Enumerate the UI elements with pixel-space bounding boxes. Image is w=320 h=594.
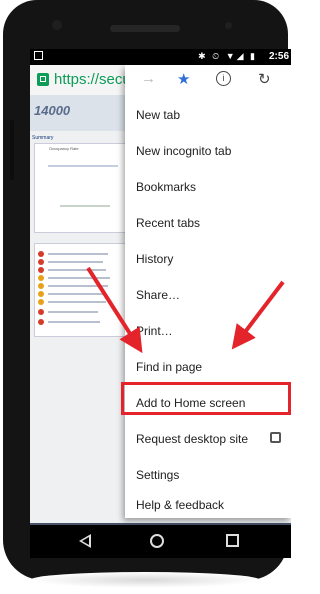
right-arrow (231, 280, 285, 350)
left-arrow (86, 266, 143, 354)
annotation-arrows (86, 266, 285, 354)
